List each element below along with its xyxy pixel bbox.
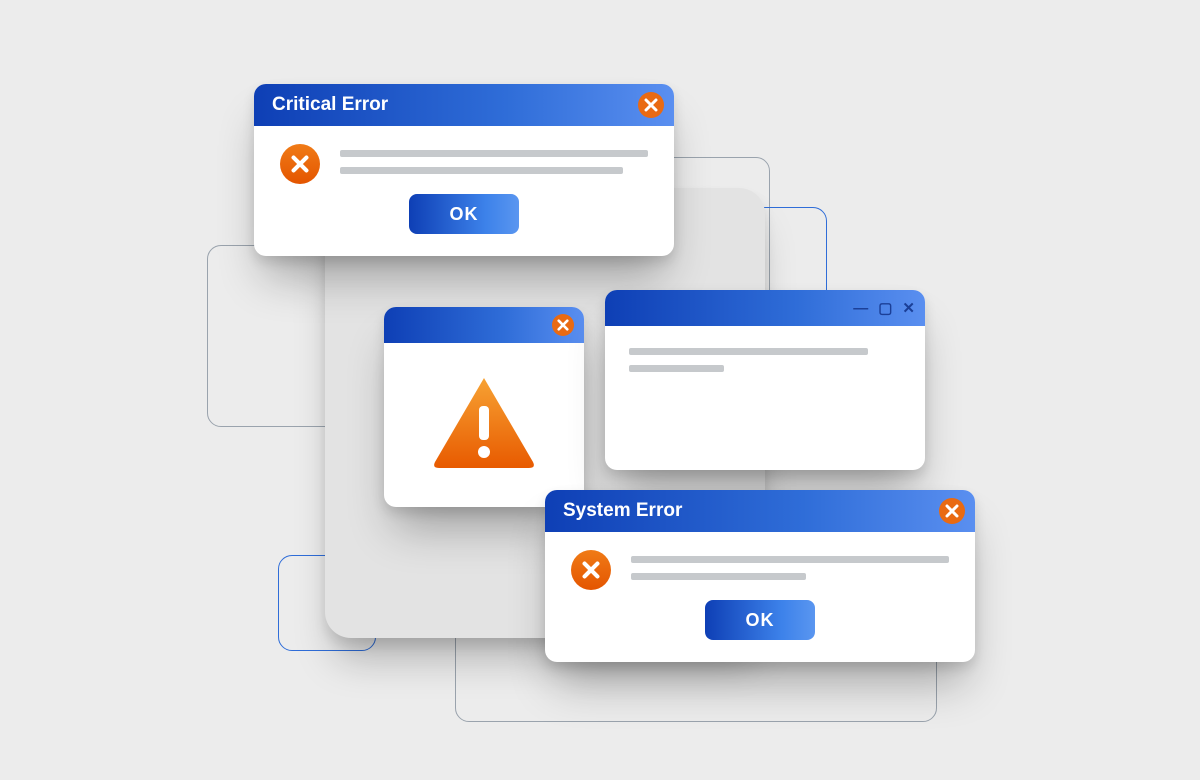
error-x-icon <box>280 144 320 184</box>
maximize-icon[interactable]: ▢ <box>878 301 892 316</box>
message-placeholder <box>340 144 648 184</box>
close-icon[interactable] <box>552 314 574 336</box>
ok-button[interactable]: OK <box>705 600 815 640</box>
titlebar[interactable] <box>384 307 584 343</box>
minimize-icon[interactable]: — <box>853 301 868 316</box>
titlebar[interactable]: Critical Error <box>254 84 674 126</box>
dialog-title: Critical Error <box>272 94 388 116</box>
dialog-title: System Error <box>563 500 682 522</box>
close-icon[interactable] <box>939 498 965 524</box>
warning-dialog <box>384 307 584 507</box>
error-x-icon <box>571 550 611 590</box>
text-placeholder <box>629 348 868 355</box>
text-placeholder <box>629 365 724 372</box>
close-icon[interactable]: ✕ <box>902 301 915 316</box>
message-placeholder <box>631 550 949 590</box>
close-icon[interactable] <box>638 92 664 118</box>
plain-window: — ▢ ✕ <box>605 290 925 470</box>
titlebar[interactable]: System Error <box>545 490 975 532</box>
warning-triangle-icon <box>429 372 539 472</box>
critical-error-dialog: Critical Error OK <box>254 84 674 256</box>
ok-button[interactable]: OK <box>409 194 519 234</box>
system-error-dialog: System Error OK <box>545 490 975 662</box>
titlebar[interactable]: — ▢ ✕ <box>605 290 925 326</box>
